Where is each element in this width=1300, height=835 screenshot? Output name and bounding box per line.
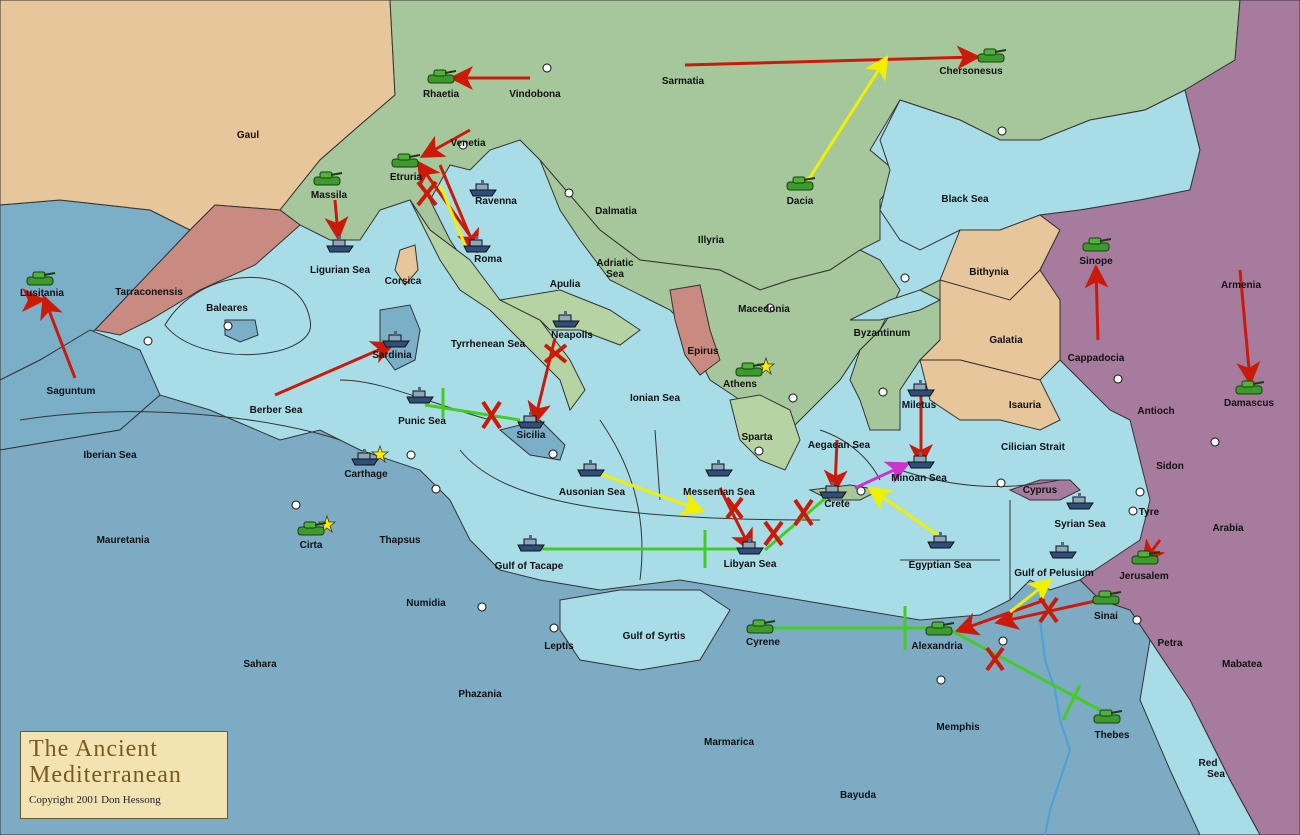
region-label-chersonesus: Chersonesus <box>939 66 1003 77</box>
region-label-punic-sea: Punic Sea <box>398 416 446 427</box>
region-label-damascus: Damascus <box>1224 398 1274 409</box>
region-label-syrian-sea: Syrian Sea <box>1054 519 1106 530</box>
region-label-armenia: Armenia <box>1221 280 1261 291</box>
region-label-byzantinum: Byzantinum <box>854 328 911 339</box>
region-label-sicilia: Sicilia <box>517 430 546 441</box>
region-label-illyria: Illyria <box>698 235 725 246</box>
region-label-gulf-of-syrtis: Gulf of Syrtis <box>623 631 686 642</box>
map-title-box: The Ancient Mediterranean Copyright 2001… <box>20 731 228 819</box>
region-label-ligurian-sea: Ligurian Sea <box>310 265 370 276</box>
region-label-sidon: Sidon <box>1156 461 1184 472</box>
region-label-bithynia: Bithynia <box>969 267 1009 278</box>
region-label-etruria: Etruria <box>390 172 423 183</box>
region-label-dalmatia: Dalmatia <box>595 206 637 217</box>
region-label-dacia: Dacia <box>787 196 814 207</box>
region-label-ravenna: Ravenna <box>475 196 517 207</box>
region-label-cirta: Cirta <box>300 540 323 551</box>
region-label-ausonian-sea: Ausonian Sea <box>559 487 626 498</box>
region-label-tyrrhenean-sea: Tyrrhenean Sea <box>451 339 526 350</box>
region-label-libyan-sea: Libyan Sea <box>724 559 777 570</box>
region-label-baleares: Baleares <box>206 303 248 314</box>
region-label-bayuda: Bayuda <box>840 790 877 801</box>
region-label-sardinia: Sardinia <box>372 350 412 361</box>
region-label-marmarica: Marmarica <box>704 737 754 748</box>
region-label-roma: Roma <box>474 254 502 265</box>
region-label-epirus: Epirus <box>687 346 719 357</box>
region-label-thebes: Thebes <box>1094 730 1129 741</box>
region-label-mauretania: Mauretania <box>97 535 150 546</box>
region-label-corsica: Corsica <box>385 276 422 287</box>
region-label-black-sea: Black Sea <box>941 194 989 205</box>
region-label-lusitania: Lusitania <box>20 288 64 299</box>
region-label-rhaetia: Rhaetia <box>423 89 460 100</box>
region-label-memphis: Memphis <box>936 722 980 733</box>
region-label-galatia: Galatia <box>989 335 1023 346</box>
region-label-isauria: Isauria <box>1009 400 1042 411</box>
region-label-crete: Crete <box>824 499 850 510</box>
region-label-massila: Massila <box>311 190 348 201</box>
region-label-adriatic: Adriatic <box>596 258 634 269</box>
region-label-antioch: Antioch <box>1137 406 1174 417</box>
region-label-adriatic-sea: Sea <box>606 269 624 280</box>
region-label-sinope: Sinope <box>1079 256 1113 267</box>
region-label-ionian-sea: Ionian Sea <box>630 393 680 404</box>
region-label-sinai: Sinai <box>1094 611 1118 622</box>
region-label-gulf-of-tacape: Gulf of Tacape <box>495 561 564 572</box>
region-label-mabatea: Mabatea <box>1222 659 1262 670</box>
region-label-saguntum: Saguntum <box>47 386 96 397</box>
region-label-cyprus: Cyprus <box>1023 485 1058 496</box>
region-label-red-sea: Sea <box>1207 769 1225 780</box>
region-label-apulia: Apulia <box>550 279 581 290</box>
region-label-red: Red <box>1199 758 1218 769</box>
region-label-sparta: Sparta <box>741 432 773 443</box>
region-label-venetia: Venetia <box>450 138 485 149</box>
map-title-line1: The Ancient <box>29 736 158 762</box>
region-label-vindobona: Vindobona <box>509 89 561 100</box>
region-label-arabia: Arabia <box>1212 523 1244 534</box>
region-label-sarmatia: Sarmatia <box>662 76 705 87</box>
region-label-alexandria: Alexandria <box>911 641 963 652</box>
region-label-egyptian-sea: Egyptian Sea <box>909 560 972 571</box>
region-label-cappadocia: Cappadocia <box>1068 353 1125 364</box>
ancient-mediterranean-map: Gaul Rhaetia Vindobona Sarmatia Chersonesus M… <box>0 0 1300 835</box>
region-label-numidia: Numidia <box>406 598 446 609</box>
region-label-messenian-sea: Messenian Sea <box>683 487 755 498</box>
region-label-thapsus: Thapsus <box>379 535 421 546</box>
region-label-iberian-sea: Iberian Sea <box>83 450 137 461</box>
region-label-phazania: Phazania <box>458 689 502 700</box>
copyright-text: Copyright 2001 Don Hessong <box>29 794 161 806</box>
region-label-cyrene: Cyrene <box>746 637 780 648</box>
region-label-berber-sea: Berber Sea <box>250 405 303 416</box>
region-label-gaul: Gaul <box>237 130 259 141</box>
region-label-tyre: Tyre <box>1139 507 1160 518</box>
region-label-minoan-sea: Minoan Sea <box>891 473 947 484</box>
region-label-aegaean-sea: Aegaean Sea <box>808 440 871 451</box>
region-label-carthage: Carthage <box>344 469 388 480</box>
region-label-leptis: Leptis <box>544 641 574 652</box>
region-label-gulf-of-pelusium: Gulf of Pelusium <box>1014 568 1094 579</box>
region-label-cilician-strait: Cilician Strait <box>1001 442 1066 453</box>
map-title-line2: Mediterranean <box>29 762 182 788</box>
region-label-petra: Petra <box>1157 638 1182 649</box>
region-label-sahara: Sahara <box>243 659 277 670</box>
region-label-macedonia: Macedonia <box>738 304 790 315</box>
region-label-jerusalem: Jerusalem <box>1119 571 1169 582</box>
region-label-neapolis: Neapolis <box>551 330 593 341</box>
region-label-athens: Athens <box>723 379 757 390</box>
region-label-miletus: Miletus <box>902 400 937 411</box>
region-label-tarraconensis: Tarraconensis <box>115 287 183 298</box>
